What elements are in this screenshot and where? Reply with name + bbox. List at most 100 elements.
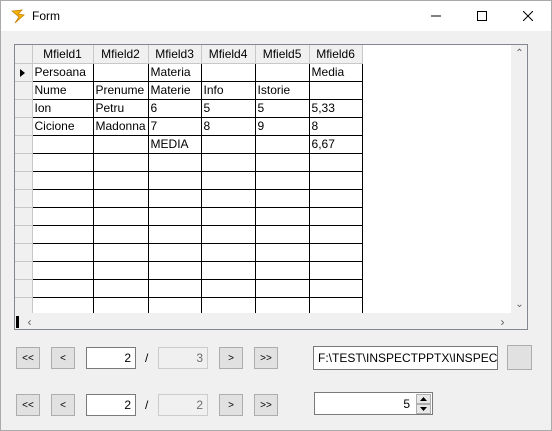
table-row[interactable]: Nume Prenume Materie Info Istorie — [15, 81, 363, 100]
scroll-down-icon[interactable]: ⌄ — [511, 296, 527, 313]
scroll-right-icon[interactable]: › — [494, 313, 511, 329]
nav2-prev-button[interactable]: < — [51, 394, 75, 416]
grid-cell[interactable]: 8 — [309, 117, 363, 136]
grid-cell[interactable] — [93, 63, 149, 82]
grid-cell[interactable] — [148, 171, 202, 190]
grid-cell[interactable]: 8 — [201, 117, 256, 136]
column-header[interactable]: Mfield2 — [93, 45, 149, 64]
grid-cell[interactable] — [255, 279, 310, 298]
maximize-button[interactable] — [459, 1, 505, 31]
grid-cell[interactable] — [309, 207, 363, 226]
grid-cell[interactable] — [93, 261, 149, 280]
grid-cell[interactable]: Prenume — [93, 81, 149, 100]
table-row[interactable]: Cicione Madonna 7 8 9 8 — [15, 117, 363, 136]
row-indicator[interactable] — [15, 189, 33, 208]
nav2-last-button[interactable]: >> — [254, 394, 278, 416]
grid-cell[interactable]: 6 — [148, 99, 202, 118]
grid-cell[interactable] — [93, 153, 149, 172]
grid-cell[interactable]: Ion — [32, 99, 94, 118]
column-header[interactable]: Mfield4 — [201, 45, 256, 64]
grid-cell[interactable] — [309, 171, 363, 190]
grid-cell[interactable] — [255, 171, 310, 190]
row-indicator[interactable] — [15, 171, 33, 190]
scroll-up-icon[interactable]: ⌃ — [511, 45, 527, 62]
grid-cell[interactable] — [201, 63, 256, 82]
nav1-next-button[interactable]: > — [219, 347, 243, 369]
grid-cell[interactable] — [148, 279, 202, 298]
grid-cell[interactable]: Persoana — [32, 63, 94, 82]
nav2-first-button[interactable]: << — [16, 394, 40, 416]
spinner-down-button[interactable] — [416, 404, 431, 414]
nav1-last-button[interactable]: >> — [254, 347, 278, 369]
table-row[interactable] — [15, 243, 363, 262]
grid-cell[interactable] — [93, 279, 149, 298]
path-field[interactable]: F:\TEST\INSPECTPPTX\INSPECTPPTX — [313, 346, 498, 370]
nav1-current-field[interactable]: 2 — [86, 347, 136, 369]
grid-cell[interactable] — [93, 207, 149, 226]
number-spinner[interactable]: 5 — [314, 392, 433, 415]
column-header[interactable]: Mfield3 — [148, 45, 202, 64]
grid-cell[interactable] — [201, 171, 256, 190]
row-indicator[interactable] — [15, 99, 33, 118]
grid-cell[interactable]: 7 — [148, 117, 202, 136]
column-header[interactable]: Mfield6 — [309, 45, 363, 64]
spinner-up-button[interactable] — [416, 394, 431, 404]
row-indicator[interactable] — [15, 261, 33, 280]
grid-cell[interactable] — [309, 81, 363, 100]
grid-cell[interactable] — [255, 261, 310, 280]
grid-cell[interactable]: 5,33 — [309, 99, 363, 118]
grid-cell[interactable] — [93, 135, 149, 154]
nav2-current-field[interactable]: 2 — [86, 394, 136, 416]
grid-cell[interactable] — [32, 135, 94, 154]
vertical-scrollbar[interactable]: ⌃ ⌄ — [511, 45, 527, 313]
grid-cell[interactable] — [32, 225, 94, 244]
grid-cell[interactable] — [255, 189, 310, 208]
grid-cell[interactable]: Materie — [148, 81, 202, 100]
grid-cell[interactable] — [201, 207, 256, 226]
horizontal-scrollbar[interactable]: ‹ › — [15, 313, 511, 329]
spinner-value[interactable]: 5 — [403, 397, 410, 411]
grid-cell[interactable]: Info — [201, 81, 256, 100]
grid-cell[interactable] — [201, 279, 256, 298]
grid-cell[interactable]: Petru — [93, 99, 149, 118]
column-header[interactable]: Mfield5 — [255, 45, 310, 64]
table-row[interactable]: Ion Petru 6 5 5 5,33 — [15, 99, 363, 118]
grid-cell[interactable] — [148, 261, 202, 280]
row-indicator[interactable] — [15, 117, 33, 136]
grid-cell[interactable] — [32, 207, 94, 226]
table-row[interactable]: Persoana Materia Media — [15, 63, 363, 82]
grid-cell[interactable] — [148, 243, 202, 262]
grid-cell[interactable] — [32, 171, 94, 190]
grid-cell[interactable] — [32, 189, 94, 208]
grid-cell[interactable] — [148, 225, 202, 244]
grid-cell[interactable] — [201, 135, 256, 154]
grid-cell[interactable]: Materia — [148, 63, 202, 82]
grid-cell[interactable] — [309, 225, 363, 244]
grid-cell[interactable] — [93, 189, 149, 208]
close-button[interactable] — [505, 1, 551, 31]
grid-cell[interactable]: Istorie — [255, 81, 310, 100]
grid-cell[interactable] — [32, 153, 94, 172]
grid-cell[interactable] — [309, 279, 363, 298]
grid-cell[interactable] — [309, 189, 363, 208]
grid-cell[interactable] — [148, 153, 202, 172]
grid-cell[interactable] — [309, 153, 363, 172]
grid-cell[interactable] — [255, 207, 310, 226]
row-indicator[interactable] — [15, 207, 33, 226]
browse-button[interactable] — [507, 345, 532, 370]
grid-cell[interactable] — [32, 261, 94, 280]
table-row[interactable] — [15, 279, 363, 298]
grid-cell[interactable] — [32, 243, 94, 262]
grid-cell[interactable] — [255, 243, 310, 262]
row-indicator[interactable] — [15, 135, 33, 154]
grid-cell[interactable]: Nume — [32, 81, 94, 100]
grid-cell[interactable] — [93, 225, 149, 244]
grid-cell[interactable] — [201, 189, 256, 208]
row-indicator[interactable] — [15, 243, 33, 262]
grid-cell[interactable] — [255, 63, 310, 82]
table-row[interactable] — [15, 153, 363, 172]
grid-cell[interactable] — [309, 243, 363, 262]
row-indicator[interactable] — [15, 153, 33, 172]
nav1-first-button[interactable]: << — [16, 347, 40, 369]
grid-table[interactable]: Mfield1 Mfield2 Mfield3 Mfield4 Mfield5 … — [15, 45, 363, 316]
